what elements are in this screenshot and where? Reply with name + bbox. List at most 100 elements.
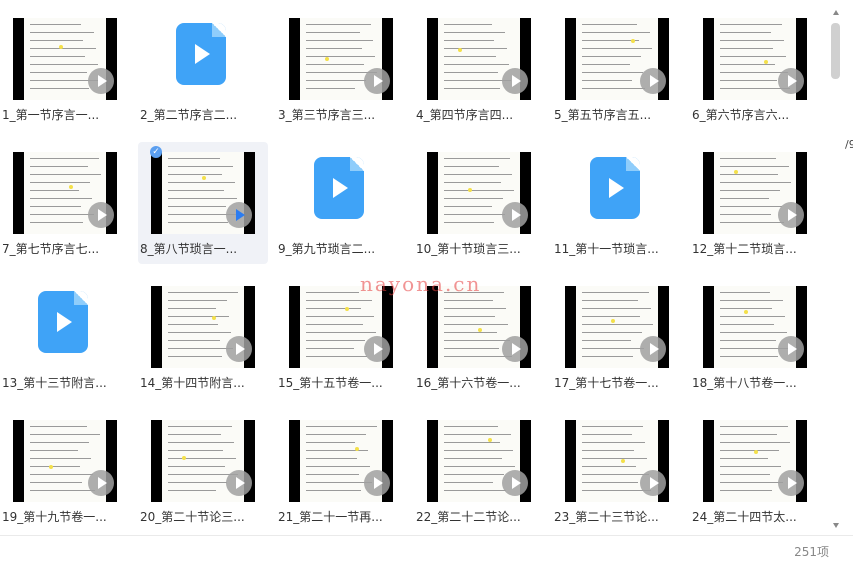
thumbnail-text-line <box>306 24 371 25</box>
thumbnail-text-line <box>582 332 642 333</box>
scrollbar-thumb[interactable] <box>831 23 840 79</box>
thumbnail-text-line <box>444 490 506 491</box>
thumbnail-text-line <box>30 174 101 175</box>
thumbnail-text-line <box>168 356 222 357</box>
play-icon[interactable] <box>778 336 804 362</box>
thumbnail-text-line <box>582 32 650 33</box>
play-icon[interactable] <box>226 470 252 496</box>
file-tile[interactable]: 18_第十八节卷一... <box>690 276 820 398</box>
thumbnail-text-line <box>306 80 366 81</box>
thumbnail-text-line <box>168 466 225 467</box>
thumbnail-text-line <box>720 434 777 435</box>
thumbnail-text-line <box>30 32 94 33</box>
play-icon[interactable] <box>778 202 804 228</box>
thumbnail-text-line <box>306 482 372 483</box>
thumbnail-text-line <box>30 72 87 73</box>
file-tile[interactable]: 21_第二十一节再... <box>276 410 406 532</box>
highlight-mark <box>212 316 216 320</box>
scroll-down-icon[interactable] <box>833 523 839 528</box>
thumbnail-text-line <box>444 426 498 427</box>
play-icon[interactable] <box>640 68 666 94</box>
file-tile[interactable]: 12_第十二节琐言... <box>690 142 820 264</box>
video-thumbnail <box>151 420 255 502</box>
file-name: 16_第十六节卷一... <box>416 376 521 390</box>
play-icon[interactable] <box>226 336 252 362</box>
thumbnail-text-line <box>306 426 377 427</box>
play-icon[interactable] <box>778 68 804 94</box>
video-thumbnail <box>565 420 669 502</box>
play-icon[interactable] <box>226 202 252 228</box>
file-tile[interactable]: 11_第十一节琐言... <box>552 142 682 264</box>
file-tile[interactable]: 3_第三节序言三... <box>276 8 406 130</box>
thumbnail-text-line <box>30 40 83 41</box>
file-tile[interactable]: 17_第十七节卷一... <box>552 276 682 398</box>
thumbnail-text-line <box>720 190 780 191</box>
video-thumbnail <box>13 420 117 502</box>
file-tile[interactable]: ✓ 8_第八节琐言一... <box>138 142 268 264</box>
thumbnail-text-line <box>582 324 653 325</box>
play-icon[interactable] <box>640 336 666 362</box>
file-tile[interactable]: 5_第五节序言五... <box>552 8 682 130</box>
thumbnail-text-line <box>582 300 638 301</box>
thumbnail-text-line <box>306 474 359 475</box>
file-tile[interactable]: 7_第七节序言七... <box>0 142 130 264</box>
thumbnail-text-line <box>306 348 354 349</box>
file-tile[interactable]: 6_第六节序言六... <box>690 8 820 130</box>
play-icon[interactable] <box>502 336 528 362</box>
file-tile[interactable]: 13_第十三节附言... <box>0 276 130 398</box>
play-icon[interactable] <box>778 470 804 496</box>
scrollbar[interactable] <box>830 10 842 528</box>
scroll-up-icon[interactable] <box>833 10 839 15</box>
file-name: 8_第八节琐言一... <box>140 242 238 256</box>
thumbnail-text-line <box>168 434 221 435</box>
play-icon[interactable] <box>364 68 390 94</box>
thumbnail-text-line <box>582 292 649 293</box>
play-icon[interactable] <box>502 68 528 94</box>
file-tile[interactable]: 19_第十九节卷一... <box>0 410 130 532</box>
thumbnail-text-line <box>582 48 652 49</box>
play-icon[interactable] <box>88 470 114 496</box>
thumbnail-text-line <box>306 308 361 309</box>
file-tile[interactable]: 22_第二十二节论... <box>414 410 544 532</box>
file-tile[interactable]: 9_第九节琐言二... <box>276 142 406 264</box>
file-tile[interactable]: 10_第十节琐言三... <box>414 142 544 264</box>
play-icon[interactable] <box>364 336 390 362</box>
thumbnail-text-line <box>582 356 633 357</box>
file-tile[interactable]: 1_第一节序言一... <box>0 8 130 130</box>
file-name: 15_第十五节卷一... <box>278 376 383 390</box>
file-tile[interactable]: 23_第二十三节论... <box>552 410 682 532</box>
thumbnail-text-line <box>444 56 496 57</box>
play-icon[interactable] <box>502 470 528 496</box>
file-tile[interactable]: 2_第二节序言二... <box>138 8 268 130</box>
edge-text: /9 <box>845 138 853 151</box>
thumbnail-text-line <box>720 214 771 215</box>
thumbnail-text-line <box>306 458 357 459</box>
file-tile[interactable]: 24_第二十四节太... <box>690 410 820 532</box>
checkmark-icon[interactable]: ✓ <box>150 146 162 158</box>
thumbnail-text-line <box>582 466 636 467</box>
file-tile[interactable]: 4_第四节序言四... <box>414 8 544 130</box>
thumbnail-text-line <box>306 64 364 65</box>
thumbnail-text-line <box>720 40 784 41</box>
video-file-icon <box>38 291 88 353</box>
thumbnail-text-line <box>30 482 82 483</box>
thumbnail-text-line <box>444 64 509 65</box>
thumbnail-text-line <box>582 458 647 459</box>
play-icon[interactable] <box>640 470 666 496</box>
file-tile[interactable]: 14_第十四节附言... <box>138 276 268 398</box>
thumbnail-text-line <box>720 426 788 427</box>
play-icon[interactable] <box>364 470 390 496</box>
play-icon[interactable] <box>502 202 528 228</box>
thumbnail-text-line <box>444 316 495 317</box>
thumbnail-text-line <box>168 190 224 191</box>
play-icon[interactable] <box>88 68 114 94</box>
highlight-mark <box>754 450 758 454</box>
file-tile[interactable]: 20_第二十节论三... <box>138 410 268 532</box>
thumbnail-text-line <box>30 56 85 57</box>
play-icon[interactable] <box>88 202 114 228</box>
thumbnail-text-line <box>306 332 376 333</box>
thumbnail-text-line <box>444 80 511 81</box>
thumbnail-text-line <box>168 340 220 341</box>
thumbnail-text-line <box>444 214 505 215</box>
thumbnail-text-line <box>444 182 501 183</box>
